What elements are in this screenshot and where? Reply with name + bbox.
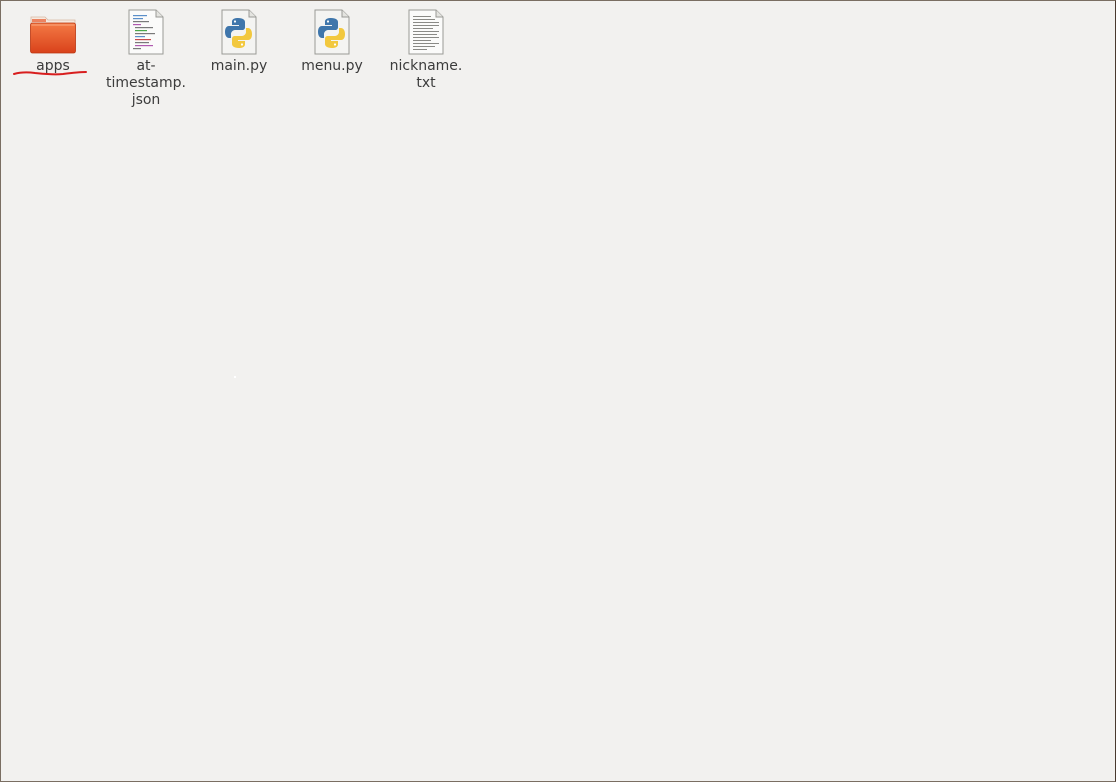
file-item-main-py[interactable]: main.py <box>194 7 284 75</box>
json-file-icon <box>122 7 170 55</box>
file-manager-window: apps at- timestamp. json main.py menu.py… <box>0 0 1116 782</box>
file-label: at- timestamp. json <box>106 58 186 108</box>
red-underline-annotation <box>13 71 87 76</box>
file-label: main.py <box>210 58 268 74</box>
file-item-nickname-txt[interactable]: nickname. txt <box>381 7 471 92</box>
python-file-icon <box>308 7 356 55</box>
python-file-icon <box>215 7 263 55</box>
file-item-apps[interactable]: apps <box>8 7 98 75</box>
file-item-menu-py[interactable]: menu.py <box>287 7 377 75</box>
text-file-icon <box>402 7 450 55</box>
folder-icon <box>29 7 77 55</box>
file-label: nickname. txt <box>389 58 463 91</box>
file-label: menu.py <box>301 58 363 74</box>
file-item-at-timestamp-json[interactable]: at- timestamp. json <box>101 7 191 109</box>
cursor-speck <box>234 376 236 378</box>
file-icon-grid[interactable]: apps at- timestamp. json main.py menu.py… <box>1 1 1115 781</box>
